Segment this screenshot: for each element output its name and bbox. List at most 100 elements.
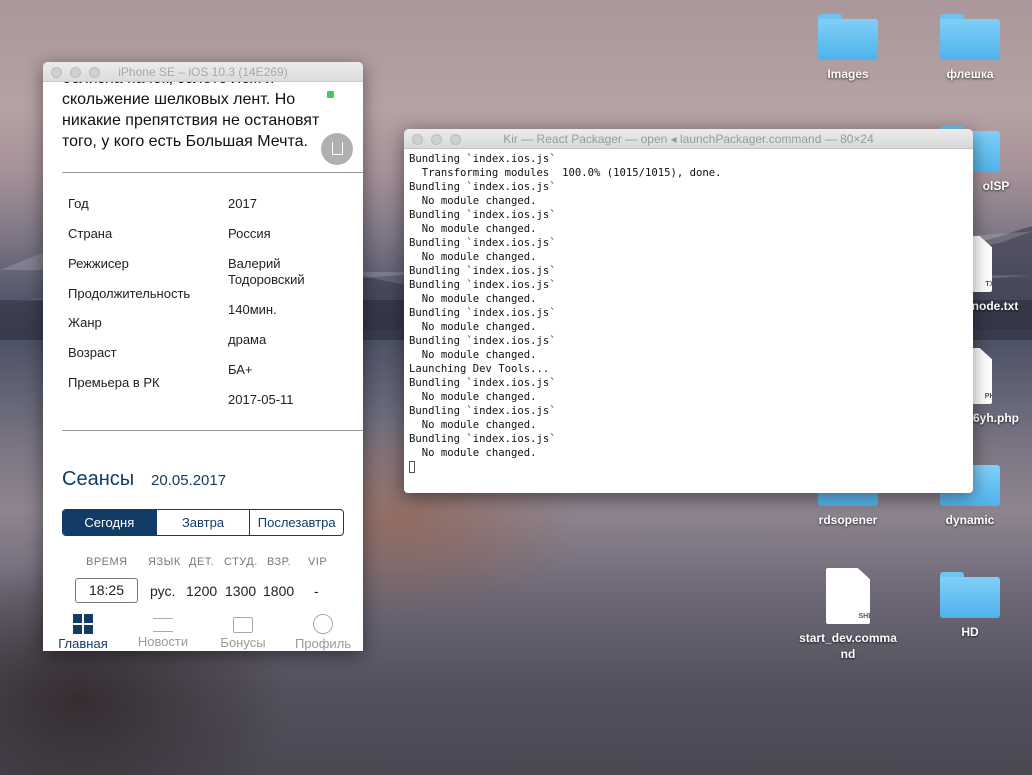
sessions-title: Сеансы	[62, 468, 135, 490]
minimize-button[interactable]	[70, 67, 81, 78]
minimize-button[interactable]	[431, 134, 442, 145]
desktop-item-label: флешка	[946, 67, 994, 81]
terminal-cursor	[409, 461, 415, 473]
terminal-line: Bundling `index.ios.js`	[409, 279, 556, 291]
tab-tomorrow[interactable]: Завтра	[157, 510, 251, 535]
info-label-premiere: Премьера в РК	[68, 375, 160, 390]
terminal-line: Bundling `index.ios.js`	[409, 307, 556, 319]
close-button[interactable]	[51, 67, 62, 78]
column-header-student: СТУД.	[224, 556, 258, 568]
folder-icon	[940, 572, 1000, 618]
desktop-item-label: rdsopener	[818, 513, 878, 527]
session-price-child: 1200	[186, 583, 218, 599]
description-line: скольжение шелковых лент. Но	[62, 91, 296, 108]
folder-icon	[818, 14, 878, 60]
terminal-line: Bundling `index.ios.js`	[409, 377, 556, 389]
info-label-year: Год	[68, 196, 89, 211]
info-value-age: БА+	[228, 362, 253, 377]
gift-icon	[233, 617, 253, 633]
terminal-line: Bundling `index.ios.js`	[409, 181, 556, 193]
tab-bonuses[interactable]: Бонусы	[203, 614, 283, 650]
terminal-title: Kir — React Packager — open ◂ launchPack…	[503, 132, 874, 146]
tab-label: Профиль	[294, 636, 352, 651]
divider	[62, 172, 363, 173]
terminal-line: Bundling `index.ios.js`	[409, 335, 556, 347]
tab-label: Главная	[58, 636, 108, 651]
terminal-line: Bundling `index.ios.js`	[409, 433, 556, 445]
column-header-time: ВРЕМЯ	[86, 556, 128, 568]
desktop-item-fleshka[interactable]: флешка	[915, 14, 1025, 82]
zoom-button[interactable]	[450, 134, 461, 145]
session-price-vip: -	[314, 583, 319, 599]
terminal-line: No module changed.	[409, 391, 537, 403]
tab-today[interactable]: Сегодня	[63, 510, 157, 535]
info-value-year: 2017	[228, 196, 257, 211]
info-value-country: Россия	[228, 226, 271, 241]
info-value-director: Валерий Тодоровский	[228, 256, 305, 287]
terminal-titlebar[interactable]: Kir — React Packager — open ◂ launchPack…	[404, 129, 973, 149]
terminal-line: Bundling `index.ios.js`	[409, 405, 556, 417]
session-price-adult: 1800	[263, 583, 295, 599]
column-header-vip: VIP	[308, 556, 328, 568]
info-value-premiere: 2017-05-11	[228, 392, 294, 407]
terminal-line: Transforming modules 100.0% (1015/1015),…	[409, 167, 722, 179]
column-header-child: ДЕТ.	[189, 556, 215, 568]
simulator-window: iPhone SE – iOS 10.3 (14E269) белизна па…	[43, 62, 363, 651]
terminal-line: No module changed.	[409, 251, 537, 263]
divider	[62, 430, 363, 431]
status-indicator	[327, 91, 334, 98]
desktop-item-label: HD	[961, 625, 979, 639]
folder-icon	[940, 14, 1000, 60]
terminal-line: No module changed.	[409, 293, 537, 305]
tab-day-after-tomorrow[interactable]: Послезавтра	[250, 510, 343, 535]
close-button[interactable]	[412, 134, 423, 145]
info-value-duration: 140мин.	[228, 302, 277, 317]
terminal-line: Launching Dev Tools...	[409, 363, 550, 375]
news-icon	[153, 618, 173, 632]
terminal-window: Kir — React Packager — open ◂ launchPack…	[404, 129, 973, 493]
shell-script-icon: SHELL	[826, 568, 870, 624]
tab-label: Бонусы	[220, 635, 266, 650]
description-line: никакие препятствия не остановят	[62, 112, 320, 129]
desktop-item-images[interactable]: Images	[793, 14, 903, 82]
zoom-button[interactable]	[89, 67, 100, 78]
terminal-line: No module changed.	[409, 321, 537, 333]
terminal-output[interactable]: Bundling `index.ios.js` Transforming mod…	[404, 149, 973, 477]
terminal-line: Bundling `index.ios.js`	[409, 153, 556, 165]
terminal-line: No module changed.	[409, 419, 537, 431]
terminal-line: Bundling `index.ios.js`	[409, 265, 556, 277]
share-icon[interactable]	[321, 133, 353, 165]
session-price-student: 1300	[225, 583, 257, 599]
terminal-line: Bundling `index.ios.js`	[409, 237, 556, 249]
info-label-director: Режжисер	[68, 256, 129, 271]
tab-home[interactable]: Главная	[43, 614, 123, 651]
tab-news[interactable]: Новости	[123, 614, 203, 649]
info-label-genre: Жанр	[68, 315, 102, 330]
column-header-language: ЯЗЫК	[148, 556, 181, 568]
description-line: того, у кого есть Большая Мечта.	[62, 133, 308, 150]
desktop-item-label: Images	[827, 67, 869, 81]
session-time-button[interactable]: 18:25	[75, 578, 138, 603]
info-label-duration: Продолжительность	[68, 286, 191, 301]
sessions-date[interactable]: 20.05.2017	[151, 472, 226, 489]
column-header-adult: ВЗР.	[267, 556, 291, 568]
desktop-item-hd[interactable]: HD	[915, 572, 1025, 640]
desktop-item-start-dev[interactable]: SHELL start_dev.command	[793, 568, 903, 662]
info-label-country: Страна	[68, 226, 113, 241]
app-screen: белизна пачек, золото лож и скольжение ш…	[43, 70, 363, 651]
user-icon	[313, 614, 333, 634]
desktop-item-label: start_dev.command	[799, 631, 897, 661]
terminal-line: Bundling `index.ios.js`	[409, 209, 556, 221]
info-label-age: Возраст	[68, 345, 117, 360]
session-language: рус.	[150, 583, 176, 599]
simulator-titlebar[interactable]: iPhone SE – iOS 10.3 (14E269)	[43, 62, 363, 82]
terminal-line: No module changed.	[409, 447, 537, 459]
tab-bar: Главная Новости Бонусы Профиль	[43, 614, 363, 651]
day-segmented-control: Сегодня Завтра Послезавтра	[62, 509, 344, 536]
tab-profile[interactable]: Профиль	[283, 614, 363, 651]
tab-label: Новости	[137, 634, 189, 649]
terminal-line: No module changed.	[409, 223, 537, 235]
terminal-line: No module changed.	[409, 195, 537, 207]
info-value-genre: драма	[228, 332, 267, 347]
desktop-item-label: dynamic	[945, 513, 995, 527]
